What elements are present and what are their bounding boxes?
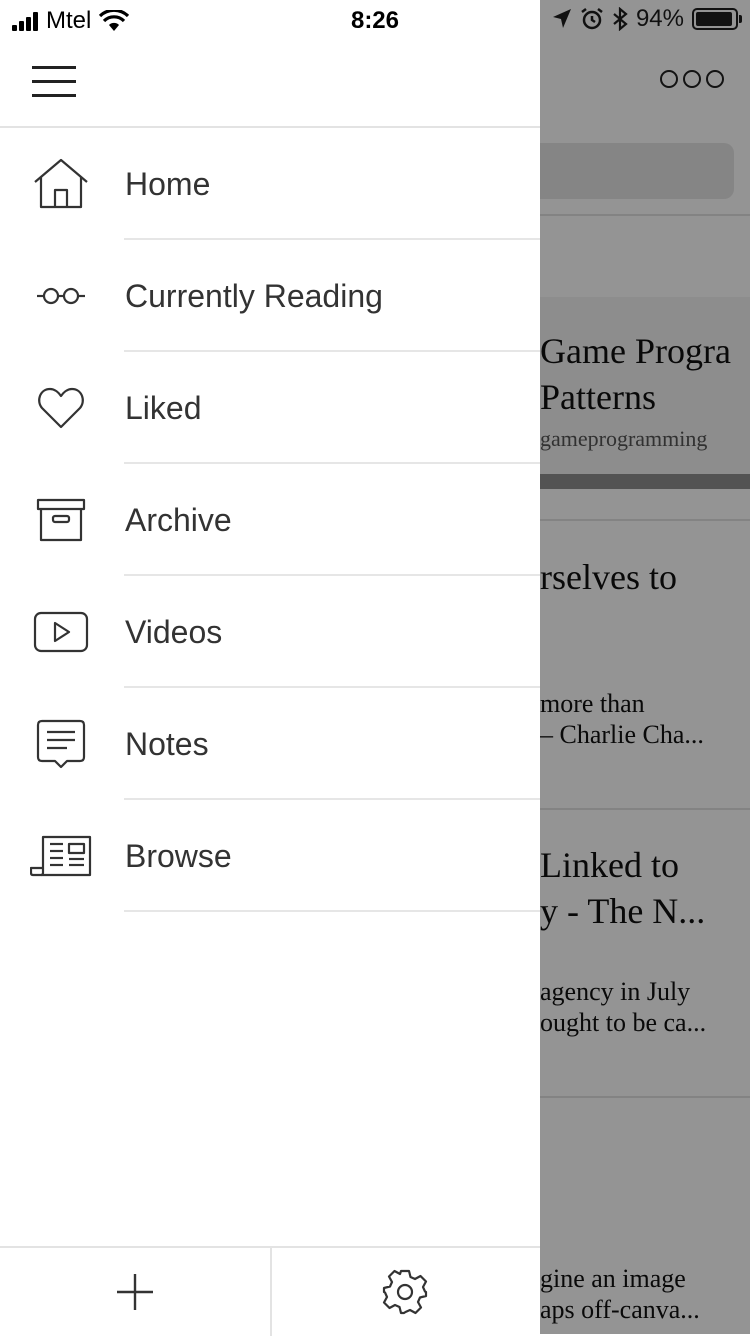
heart-icon <box>30 380 92 436</box>
gear-icon <box>382 1269 428 1315</box>
bluetooth-icon <box>613 7 628 31</box>
archive-icon <box>30 492 92 548</box>
menu-item-label: Browse <box>125 838 232 874</box>
navigation-drawer: Home Currently Reading Liked Archive Vid… <box>0 0 540 1336</box>
menu-item-label: Liked <box>125 390 202 426</box>
notes-icon <box>30 716 92 772</box>
battery-icon <box>692 8 742 30</box>
menu-item-videos[interactable]: Videos <box>0 576 540 688</box>
menu-item-liked[interactable]: Liked <box>0 352 540 464</box>
divider <box>124 910 540 912</box>
menu-item-label: Archive <box>125 502 232 538</box>
menu-item-label: Home <box>125 166 211 202</box>
home-icon <box>30 156 92 212</box>
battery-percent: 94% <box>635 5 684 32</box>
hamburger-menu-icon[interactable] <box>32 66 76 98</box>
glasses-icon <box>30 268 92 324</box>
menu-item-label: Currently Reading <box>125 278 383 314</box>
plus-icon <box>117 1274 153 1310</box>
menu-item-currently-reading[interactable]: Currently Reading <box>0 240 540 352</box>
add-button[interactable] <box>0 1248 270 1336</box>
menu-item-label: Notes <box>125 726 209 762</box>
video-icon <box>30 604 92 660</box>
alarm-icon <box>581 8 603 30</box>
drawer-bottom-bar <box>0 1246 540 1336</box>
location-arrow-icon <box>552 9 571 28</box>
dim-overlay[interactable] <box>540 0 750 1334</box>
newspaper-icon <box>30 828 92 884</box>
menu-item-label: Videos <box>125 614 223 650</box>
menu-item-notes[interactable]: Notes <box>0 688 540 800</box>
menu-item-home[interactable]: Home <box>0 128 540 240</box>
status-bar: Mtel 8:26 94% <box>0 0 750 40</box>
settings-button[interactable] <box>270 1248 540 1336</box>
menu-item-browse[interactable]: Browse <box>0 800 540 912</box>
menu-item-archive[interactable]: Archive <box>0 464 540 576</box>
